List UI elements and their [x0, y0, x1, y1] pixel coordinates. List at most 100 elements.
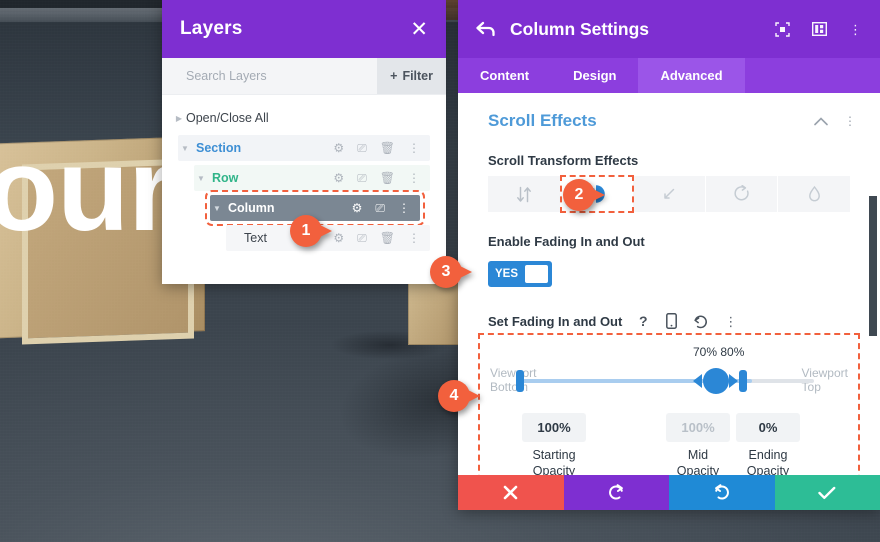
search-input[interactable]: Search Layers — [162, 69, 267, 83]
marker-number: 4 — [449, 387, 459, 404]
more-vertical-icon[interactable]: ⋮ — [724, 315, 737, 328]
duplicate-icon[interactable]: ⎚ — [375, 202, 385, 214]
save-button[interactable] — [774, 475, 880, 510]
column-settings-tabs: Content Design Advanced — [458, 58, 880, 93]
tab-content[interactable]: Content — [458, 58, 551, 93]
opacity-fields: 100% Starting Opacity 100% Mid Opacity 0… — [490, 413, 848, 478]
column-settings-body: Scroll Effects ⋮ Scroll Transform Effect… — [458, 93, 880, 491]
layout-view-icon[interactable] — [812, 22, 827, 36]
slider-track[interactable] — [516, 368, 814, 394]
column-settings-header: Column Settings ⋮ — [458, 0, 880, 58]
slider-handle-end[interactable] — [738, 370, 747, 392]
fading-slider[interactable]: Viewport Bottom Viewport Top — [490, 363, 848, 399]
close-icon[interactable]: ✕ — [410, 19, 428, 40]
layer-row-section[interactable]: ▼ Section ⚙ ⎚ 🗑 ⋮ — [178, 135, 430, 161]
scale-icon[interactable] — [633, 176, 706, 212]
settings-action-bar — [458, 475, 880, 510]
ending-opacity-value[interactable]: 0% — [736, 413, 800, 442]
trash-icon[interactable]: 🗑 — [380, 232, 395, 244]
ending-opacity-field[interactable]: 0% Ending Opacity — [736, 413, 800, 479]
tab-design[interactable]: Design — [551, 58, 638, 93]
layer-actions-text: ⚙ ⎚ 🗑 ⋮ — [333, 232, 430, 244]
starting-opacity-value[interactable]: 100% — [522, 413, 586, 442]
tab-advanced[interactable]: Advanced — [638, 58, 745, 93]
chevron-down-icon[interactable]: ▼ — [210, 204, 224, 213]
range-percent-labels-wrap: 70% 80% — [490, 345, 848, 361]
vertical-motion-icon[interactable] — [488, 176, 561, 212]
layer-row-row[interactable]: ▼ Row ⚙ ⎚ 🗑 ⋮ — [194, 165, 430, 191]
step-marker-1: 1 — [290, 215, 332, 247]
set-fading-block: Set Fading In and Out ? ⋮ 70% 80% Viewpo… — [478, 287, 860, 491]
more-vertical-icon[interactable]: ⋮ — [408, 232, 420, 244]
transform-effects-options — [488, 175, 850, 213]
set-fading-label: Set Fading In and Out — [488, 313, 623, 329]
chevron-right-icon[interactable]: ▶ — [172, 114, 186, 123]
enable-fading-toggle[interactable]: YES — [488, 261, 552, 287]
layer-label-column: Column — [228, 201, 275, 215]
redo-button[interactable] — [669, 475, 775, 510]
rotate-icon[interactable] — [705, 176, 779, 212]
svg-text:?: ? — [639, 313, 648, 329]
layers-search-bar: Search Layers + Filter — [162, 58, 446, 95]
scroll-effects-section-header[interactable]: Scroll Effects ⋮ — [458, 93, 880, 131]
gear-icon[interactable]: ⚙ — [352, 202, 363, 214]
layer-actions-column: ⚙ ⎚ ⋮ — [352, 202, 420, 214]
slider-handle-mid[interactable] — [703, 368, 729, 394]
duplicate-icon[interactable]: ⎚ — [357, 142, 367, 154]
fading-range-control: 70% 80% Viewport Bottom Viewport Top 100… — [478, 333, 860, 491]
blur-icon[interactable] — [778, 176, 850, 212]
scroll-effects-title: Scroll Effects — [488, 111, 597, 130]
duplicate-icon[interactable]: ⎚ — [357, 172, 367, 184]
column-settings-title: Column Settings — [510, 18, 650, 39]
trash-icon[interactable]: 🗑 — [380, 172, 395, 184]
hero-heading: our — [0, 124, 174, 256]
more-vertical-icon[interactable]: ⋮ — [408, 142, 420, 154]
duplicate-icon[interactable]: ⎚ — [357, 232, 367, 244]
layers-panel-title: Layers — [180, 18, 243, 39]
fullscreen-icon[interactable] — [775, 21, 790, 37]
cancel-button[interactable] — [458, 475, 564, 510]
slider-handle-start[interactable] — [516, 370, 524, 392]
step-marker-3: 3 — [430, 256, 472, 288]
gear-icon[interactable]: ⚙ — [333, 232, 344, 244]
plus-icon: + — [390, 69, 398, 83]
marker-number: 1 — [301, 222, 311, 239]
more-vertical-icon[interactable]: ⋮ — [398, 202, 410, 214]
panel-scrollbar[interactable] — [869, 196, 877, 336]
chevron-down-icon[interactable]: ▼ — [194, 174, 208, 183]
filter-button-label: Filter — [402, 69, 433, 83]
step-marker-2: 2 — [563, 179, 605, 211]
undo-button[interactable] — [563, 475, 669, 510]
open-close-all-label: Open/Close All — [186, 111, 269, 125]
filter-button[interactable]: + Filter — [377, 58, 446, 94]
mid-opacity-value[interactable]: 100% — [666, 413, 730, 442]
open-close-all-row[interactable]: ▶ Open/Close All — [172, 105, 430, 131]
more-vertical-icon[interactable]: ⋮ — [844, 114, 856, 128]
chevron-down-icon[interactable]: ▼ — [178, 144, 192, 153]
set-fading-header: Set Fading In and Out ? ⋮ — [480, 287, 858, 335]
slider-arrow-right-icon — [729, 374, 739, 388]
starting-opacity-field[interactable]: 100% Starting Opacity — [522, 413, 586, 479]
marker-number: 3 — [441, 263, 451, 280]
trash-icon[interactable]: 🗑 — [380, 142, 395, 154]
gear-icon[interactable]: ⚙ — [333, 142, 344, 154]
marker-number: 2 — [574, 186, 584, 203]
back-arrow-icon[interactable] — [476, 21, 496, 37]
help-icon[interactable]: ? — [638, 313, 650, 329]
step-marker-4: 4 — [438, 380, 480, 412]
chevron-up-icon[interactable] — [814, 116, 828, 126]
toggle-knob — [525, 265, 548, 283]
mobile-icon[interactable] — [666, 313, 678, 329]
enable-fading-label: Enable Fading In and Out — [488, 234, 645, 249]
layer-actions-row: ⚙ ⎚ 🗑 ⋮ — [333, 172, 430, 184]
enable-fading-toggle-value: YES — [495, 268, 519, 280]
column-settings-header-icons: ⋮ — [775, 21, 862, 37]
layer-label-section: Section — [196, 141, 242, 155]
gear-icon[interactable]: ⚙ — [333, 172, 344, 184]
slider-arrow-left-icon — [692, 374, 702, 388]
mid-opacity-field[interactable]: 100% Mid Opacity — [666, 413, 730, 479]
more-vertical-icon[interactable]: ⋮ — [408, 172, 420, 184]
reset-icon[interactable] — [693, 314, 708, 329]
more-vertical-icon[interactable]: ⋮ — [849, 23, 862, 36]
layer-actions-section: ⚙ ⎚ 🗑 ⋮ — [333, 142, 430, 154]
